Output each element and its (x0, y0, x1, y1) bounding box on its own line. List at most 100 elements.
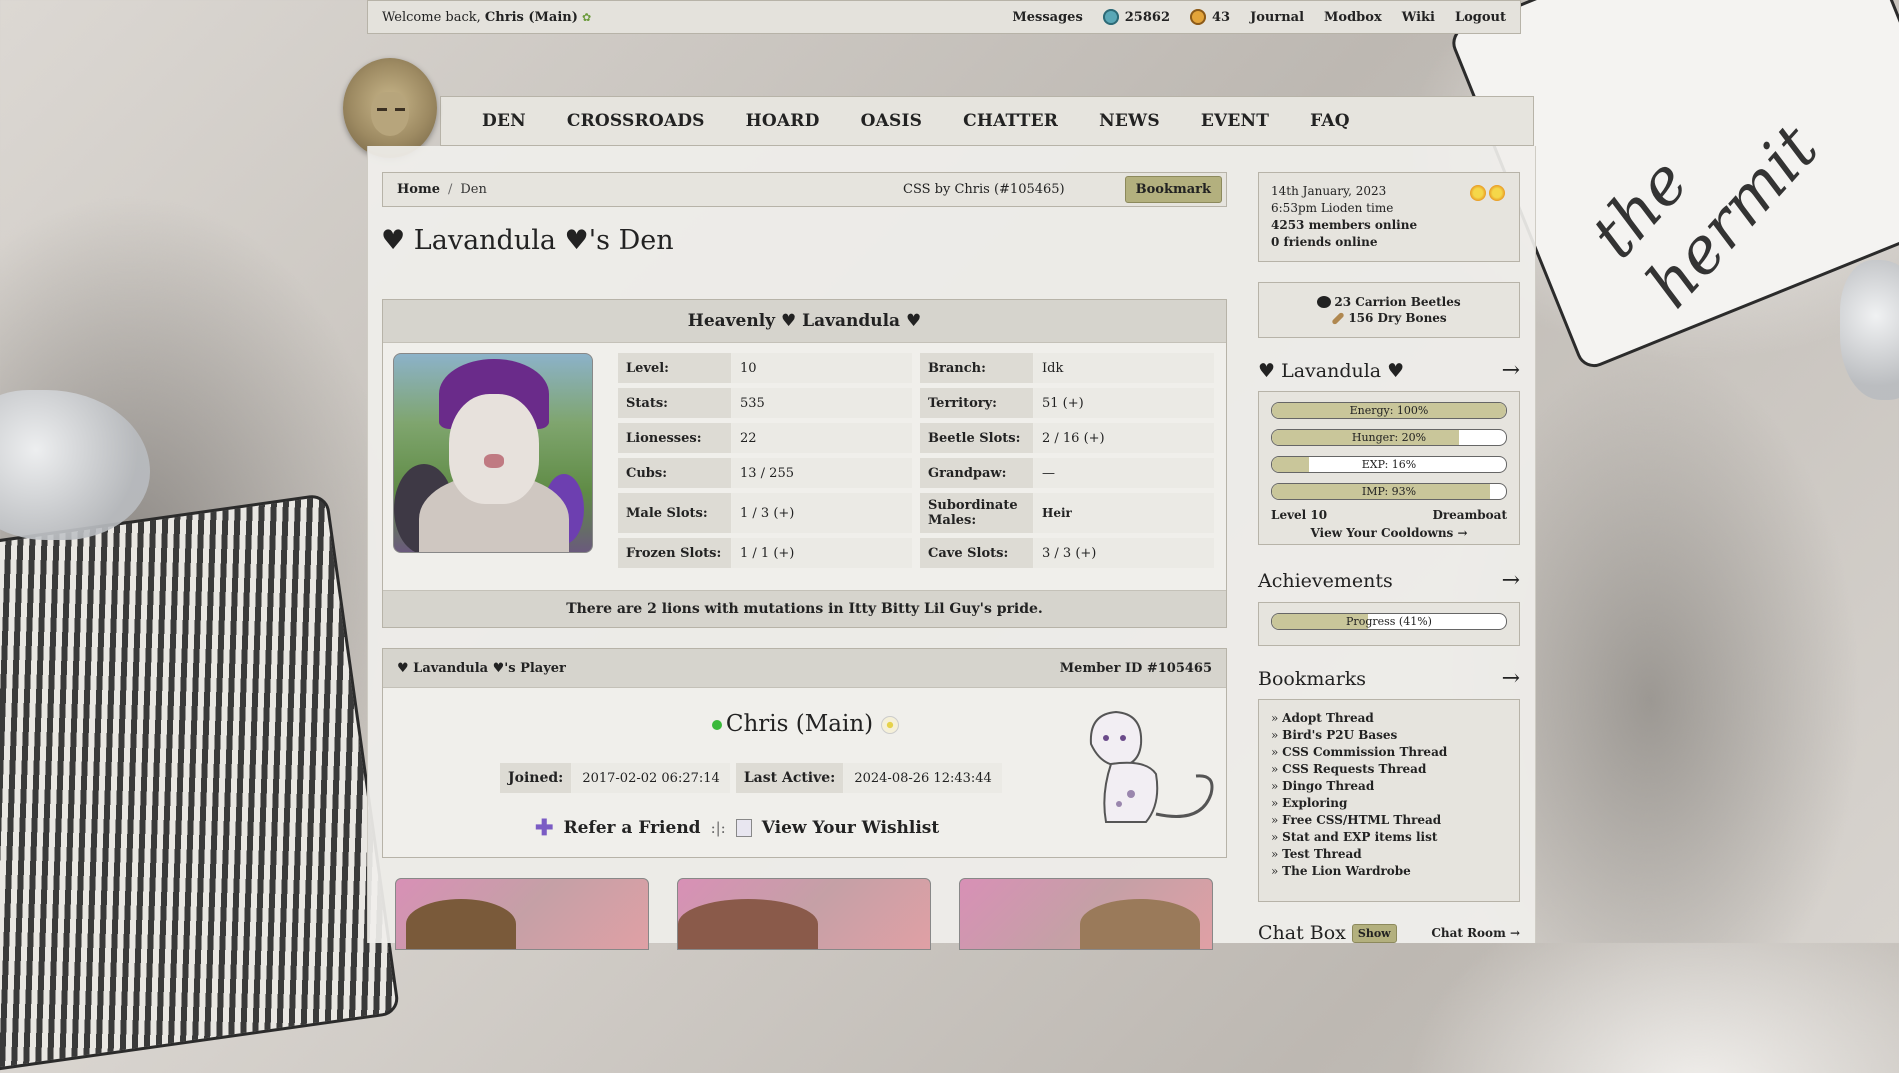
gold-beetles-counter[interactable]: 43 (1190, 9, 1230, 25)
player-header: ♥ Lavandula ♥'s Player (397, 660, 566, 676)
stat-subordinate-males: Subordinate Males: Heir (920, 493, 1214, 533)
cub-avatar (1089, 710, 1214, 823)
stat-stats: Stats: 535 (618, 388, 912, 418)
lion-stats: Level: 10 Branch: Idk Stats: 535 Territory:… (618, 353, 1218, 573)
background-tarot-card-left (0, 492, 401, 1073)
wiki-link[interactable]: Wiki (1402, 10, 1435, 25)
stat-level: Level: 10 (618, 353, 912, 383)
player-box: ♥ Lavandula ♥'s Player Member ID #105465… (382, 648, 1227, 858)
carrion-beetles: 23 Carrion Beetles (1334, 295, 1461, 309)
lion-image[interactable] (393, 353, 593, 553)
arrow-right-icon[interactable]: → (1502, 666, 1520, 691)
stat-frozen-slots: Frozen Slots: 1 / 1 (+) (618, 538, 912, 568)
nav-oasis[interactable]: OASIS (861, 111, 923, 131)
bookmark-item[interactable]: » Bird's P2U Bases (1271, 727, 1507, 744)
beetles-counter[interactable]: 25862 (1102, 9, 1170, 25)
bookmark-item[interactable]: » Adopt Thread (1271, 710, 1507, 727)
flower-icon (881, 716, 900, 734)
modbox-link[interactable]: Modbox (1324, 10, 1382, 25)
thumbnail-lion[interactable] (677, 878, 931, 950)
nav-faq[interactable]: FAQ (1310, 111, 1350, 131)
exp-bar: EXP: 16% (1271, 456, 1507, 473)
nav-hoard[interactable]: HOARD (746, 111, 820, 131)
achievement-progress-bar: Progress (41%) (1271, 613, 1507, 630)
resources-box: 23 Carrion Beetles 156 Dry Bones (1258, 282, 1520, 338)
nav-chatter[interactable]: CHATTER (963, 111, 1058, 131)
bookmark-item[interactable]: » Dingo Thread (1271, 778, 1507, 795)
page-title: ♥ Lavandula ♥'s Den (381, 225, 674, 256)
bookmark-item[interactable]: » The Lion Wardrobe (1271, 863, 1507, 880)
gold-beetle-icon (1190, 9, 1206, 25)
wishlist-link[interactable]: View Your Wishlist (762, 818, 939, 838)
breadcrumb-current: Den (460, 182, 487, 197)
chat-box-header: Chat Box Show Chat Room → (1258, 922, 1520, 944)
bookmark-item[interactable]: » Exploring (1271, 795, 1507, 812)
sprout-icon: ✿ (582, 10, 592, 24)
sun-icon (1489, 185, 1505, 201)
site-logo[interactable] (343, 58, 437, 158)
bookmarks-header: Bookmarks → (1258, 666, 1520, 691)
chat-show-button[interactable]: Show (1351, 923, 1397, 943)
mutations-note: There are 2 lions with mutations in Itty… (383, 590, 1226, 627)
stat-cave-slots: Cave Slots: 3 / 3 (+) (920, 538, 1214, 568)
top-bar: Welcome back, Chris (Main) ✿ Messages 25… (367, 0, 1521, 34)
player-links: ✚ Refer a Friend :|: View Your Wishlist (535, 815, 940, 841)
chat-box-title: Chat Box (1258, 922, 1346, 944)
lion-rank: Dreamboat (1432, 508, 1507, 522)
journal-link[interactable]: Journal (1250, 10, 1304, 25)
carrion-beetle-icon (1317, 296, 1332, 308)
bookmark-button[interactable]: Bookmark (1124, 176, 1222, 203)
css-credit[interactable]: CSS by Chris (#105465) (903, 182, 1065, 197)
welcome-text: Welcome back, Chris (Main) ✿ (382, 9, 592, 25)
bookmark-item[interactable]: » Test Thread (1271, 846, 1507, 863)
lion-level: Level 10 (1271, 508, 1328, 522)
energy-bar: Energy: 100% (1271, 402, 1507, 419)
member-id: Member ID #105465 (1059, 660, 1212, 676)
nav-news[interactable]: NEWS (1099, 111, 1160, 131)
lion-face-icon (371, 92, 409, 136)
player-info: Joined: 2017-02-02 06:27:14 Last Active: 2… (500, 763, 1002, 793)
last-active-cell: Last Active: 2024-08-26 12:43:44 (735, 763, 1002, 793)
hunger-bar: Hunger: 20% (1271, 429, 1507, 446)
bookmark-item[interactable]: » CSS Requests Thread (1271, 761, 1507, 778)
username[interactable]: Chris (Main) (485, 10, 578, 25)
thumbnail-lion[interactable] (959, 878, 1213, 950)
background-crystal (1840, 260, 1899, 400)
stat-male-slots: Male Slots: 1 / 3 (+) (618, 493, 912, 533)
breadcrumb: Home / Den CSS by Chris (#105465) Bookma… (382, 172, 1227, 207)
breadcrumb-home[interactable]: Home (397, 182, 440, 197)
refer-friend-link[interactable]: Refer a Friend (563, 818, 700, 838)
stat-branch: Branch: Idk (920, 353, 1214, 383)
background-crystal (0, 390, 150, 540)
arrow-right-icon[interactable]: → (1502, 358, 1520, 383)
sun-icon (1470, 185, 1486, 201)
achievements-header: Achievements → (1258, 568, 1520, 593)
bookmarks-box: » Adopt Thread » Bird's P2U Bases » CSS … (1258, 699, 1520, 902)
stat-cubs: Cubs: 13 / 255 (618, 458, 912, 488)
online-status-icon (711, 720, 722, 730)
nav-den[interactable]: DEN (482, 111, 526, 131)
stat-grandpaw: Grandpaw: — (920, 458, 1214, 488)
cooldowns-link[interactable]: View Your Cooldowns → (1271, 526, 1507, 540)
bookmark-item[interactable]: » CSS Commission Thread (1271, 744, 1507, 761)
bookmark-item[interactable]: » Free CSS/HTML Thread (1271, 812, 1507, 829)
lion-status-box: Energy: 100% Hunger: 20% EXP: 16% IMP: 9… (1258, 391, 1520, 545)
nav-event[interactable]: EVENT (1201, 111, 1269, 131)
nav-crossroads[interactable]: CROSSROADS (567, 111, 705, 131)
chat-room-link[interactable]: Chat Room → (1431, 926, 1520, 940)
plus-icon: ✚ (535, 815, 554, 841)
stat-lionesses: Lionesses: 22 (618, 423, 912, 453)
date-box: 14th January, 2023 6:53pm Lioden time 42… (1258, 172, 1520, 262)
main-nav: DEN CROSSROADS HOARD OASIS CHATTER NEWS … (440, 96, 1534, 146)
members-online[interactable]: 4253 members online (1271, 218, 1417, 232)
lion-box: Heavenly ♥ Lavandula ♥ Level: 10 Branch: I… (382, 299, 1227, 628)
arrow-right-icon[interactable]: → (1502, 568, 1520, 593)
bone-icon (1331, 311, 1346, 325)
bookmark-item[interactable]: » Stat and EXP items list (1271, 829, 1507, 846)
thumbnail-lion[interactable] (395, 878, 649, 950)
beetle-icon (1102, 9, 1119, 25)
logout-link[interactable]: Logout (1455, 10, 1506, 25)
dry-bones: 156 Dry Bones (1348, 311, 1447, 325)
friends-online[interactable]: 0 friends online (1271, 235, 1377, 249)
messages-link[interactable]: Messages (1012, 10, 1082, 25)
